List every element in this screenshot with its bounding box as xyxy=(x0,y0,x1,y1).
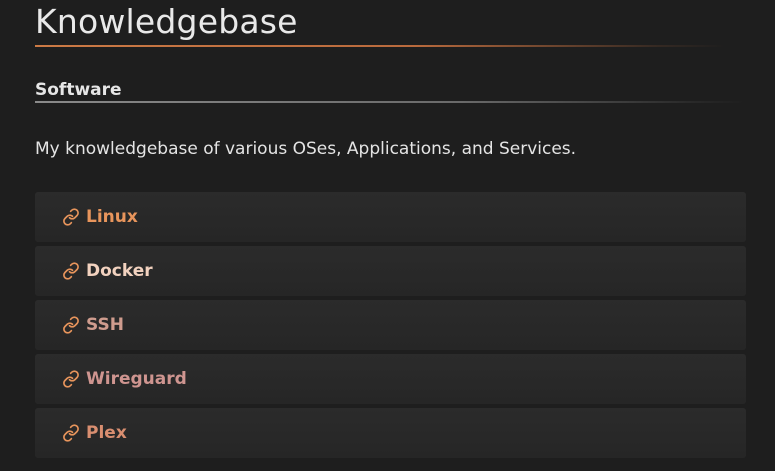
link-item-plex[interactable]: Plex xyxy=(35,408,746,458)
page-title: Knowledgebase xyxy=(35,2,298,41)
page: Knowledgebase Software My knowledgebase … xyxy=(0,0,775,471)
link-icon xyxy=(62,262,80,280)
section-underline xyxy=(35,101,745,103)
link-icon xyxy=(62,316,80,334)
link-icon xyxy=(62,208,80,226)
link-item-linux[interactable]: Linux xyxy=(35,192,746,242)
link-label[interactable]: Linux xyxy=(86,206,138,228)
link-label[interactable]: Plex xyxy=(86,422,127,444)
link-item-docker[interactable]: Docker xyxy=(35,246,746,296)
link-icon xyxy=(62,370,80,388)
intro-text: My knowledgebase of various OSes, Applic… xyxy=(35,139,577,159)
link-list: Linux Docker SSH Wireguard Plex xyxy=(35,192,746,462)
title-underline xyxy=(35,45,725,47)
link-icon xyxy=(62,424,80,442)
link-label[interactable]: Docker xyxy=(86,260,153,282)
link-item-ssh[interactable]: SSH xyxy=(35,300,746,350)
link-label[interactable]: SSH xyxy=(86,314,124,336)
link-item-wireguard[interactable]: Wireguard xyxy=(35,354,746,404)
link-label[interactable]: Wireguard xyxy=(86,368,187,390)
section-heading: Software xyxy=(35,80,122,100)
